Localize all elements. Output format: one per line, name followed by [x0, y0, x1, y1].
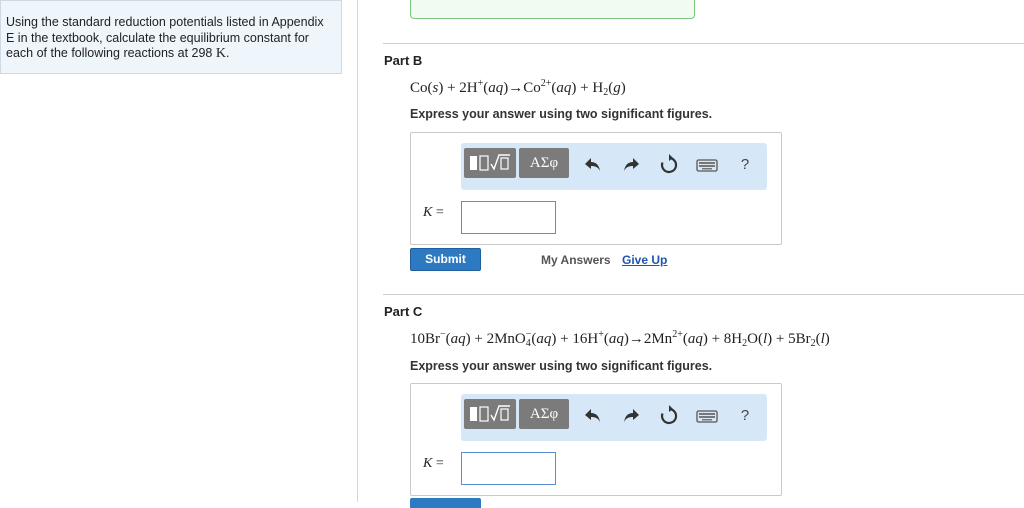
my-answers-link[interactable]: My Answers — [541, 253, 611, 267]
greek-symbols-icon[interactable]: ΑΣφ — [519, 399, 569, 429]
template-icon[interactable] — [464, 148, 516, 178]
part-b-answer-box: ΑΣφ ? K = — [410, 132, 782, 245]
redo-icon[interactable] — [619, 404, 643, 428]
undo-icon[interactable] — [581, 153, 605, 177]
reset-icon[interactable] — [657, 153, 681, 177]
part-c-equation: 10Br−(aq) + 2MnO4−(aq) + 16H+(aq)→2Mn2+(… — [410, 329, 830, 349]
greek-symbols-icon[interactable]: ΑΣφ — [519, 148, 569, 178]
help-icon[interactable]: ? — [737, 153, 753, 177]
part-c-k-label: K = — [423, 456, 444, 471]
part-b-k-label: K = — [423, 205, 444, 220]
part-c-answer-box: ΑΣφ ? K = — [410, 383, 782, 496]
part-b-math-toolbar: ΑΣφ ? — [461, 143, 767, 190]
part-b-title: Part B — [384, 53, 423, 68]
left-pane: Using the standard reduction potentials … — [0, 0, 358, 502]
intro-text: Using the standard reduction potentials … — [6, 15, 324, 60]
part-b-divider — [383, 43, 1024, 44]
intro-unit: K — [215, 46, 226, 61]
keyboard-icon[interactable] — [695, 153, 719, 177]
redo-icon[interactable] — [619, 153, 643, 177]
part-b-equation: Co(s) + 2H+(aq)→Co2+(aq) + H2(g) — [410, 78, 626, 98]
part-c-divider — [383, 294, 1024, 295]
part-b-instruction: Express your answer using two significan… — [410, 107, 713, 121]
intro-period: . — [226, 46, 230, 60]
part-b-k-input[interactable] — [461, 201, 556, 234]
part-c-instruction: Express your answer using two significan… — [410, 359, 713, 373]
problem-intro: Using the standard reduction potentials … — [0, 0, 342, 74]
template-icon[interactable] — [464, 399, 516, 429]
previous-correct-feedback — [410, 0, 695, 19]
reset-icon[interactable] — [657, 404, 681, 428]
part-c-title: Part C — [384, 304, 423, 319]
keyboard-icon[interactable] — [695, 404, 719, 428]
undo-icon[interactable] — [581, 404, 605, 428]
give-up-link[interactable]: Give Up — [622, 253, 667, 267]
part-b-submit-button[interactable]: Submit — [410, 248, 481, 271]
part-c-k-input[interactable] — [461, 452, 556, 485]
help-icon[interactable]: ? — [737, 404, 753, 428]
part-c-math-toolbar: ΑΣφ ? — [461, 394, 767, 441]
part-c-submit-button[interactable] — [410, 498, 481, 508]
